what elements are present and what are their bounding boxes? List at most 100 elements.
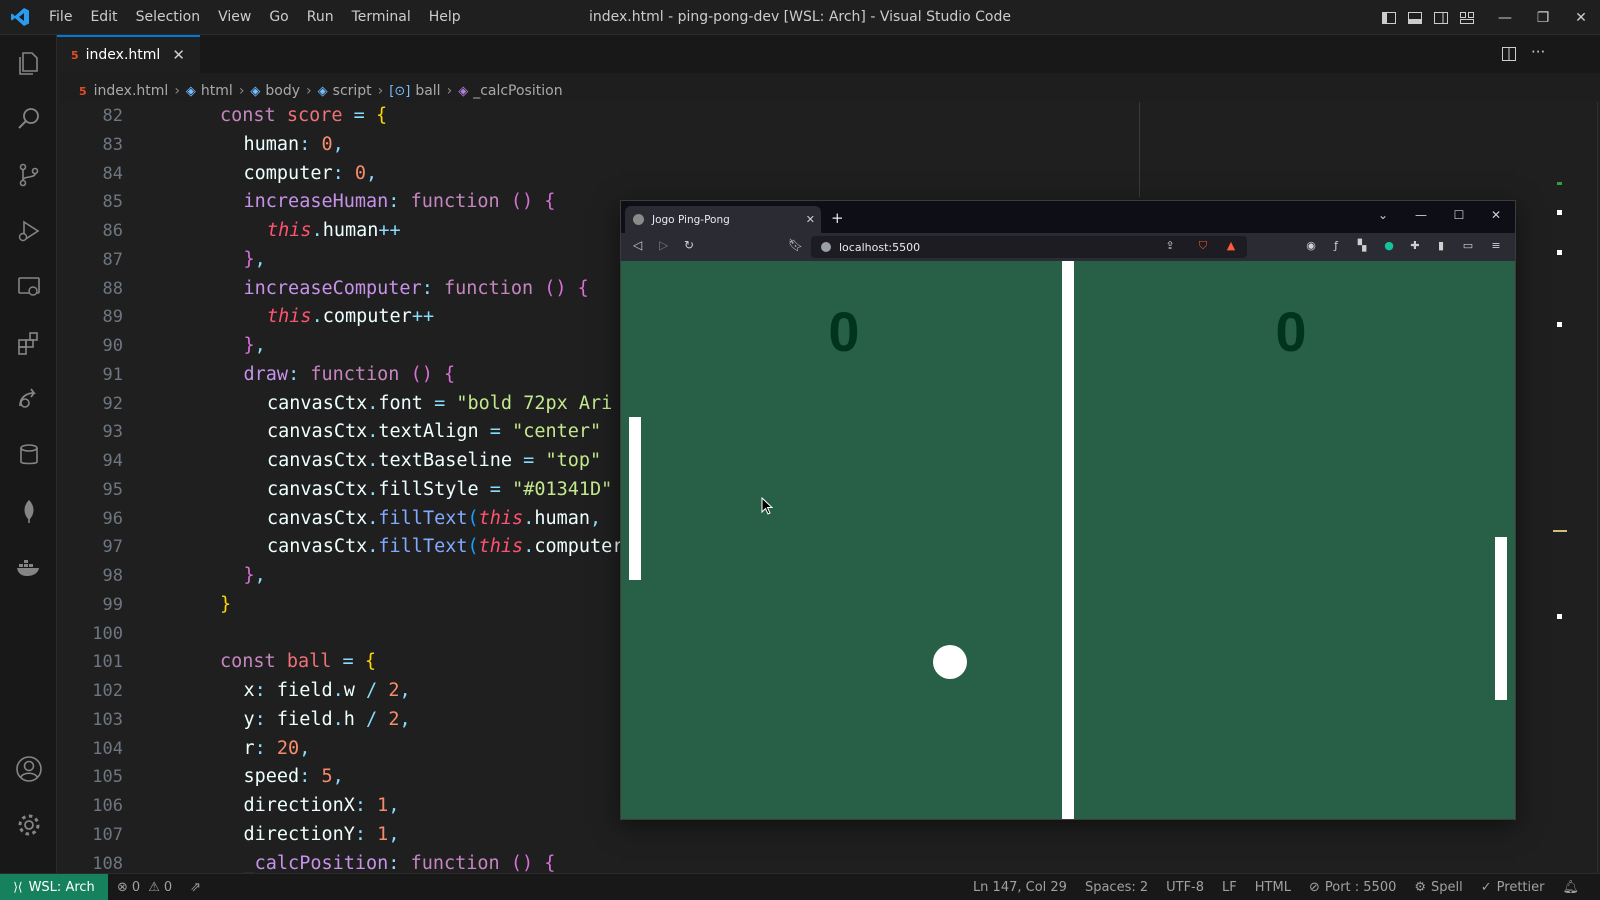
menu-icon[interactable]: ≡ <box>1489 239 1503 253</box>
toggle-panel-icon[interactable] <box>1402 0 1428 35</box>
code-line[interactable]: 95 canvasCtx.fillStyle = "#01341D" <box>57 476 623 505</box>
tab-index-html[interactable]: 5 index.html ✕ <box>57 35 200 73</box>
breadcrumb-html[interactable]: ◈ html <box>186 83 233 99</box>
notifications-bell-icon[interactable]: 🔔︎ <box>1553 880 1588 895</box>
extensions-puzzle-icon[interactable]: ✚ <box>1408 239 1422 253</box>
new-tab-icon[interactable]: + <box>831 209 844 227</box>
problems-indicator[interactable]: ⊗ 0 ⚠ 0 <box>108 880 181 895</box>
brave-rewards-icon[interactable]: ▲ <box>1224 239 1238 253</box>
end-of-line[interactable]: LF <box>1213 880 1246 895</box>
close-tab-icon[interactable]: ✕ <box>172 46 185 64</box>
code-line[interactable]: 92 canvasCtx.font = "bold 72px Ari <box>57 390 623 419</box>
database-icon[interactable] <box>0 429 57 481</box>
address-bar[interactable]: localhost:5500 <box>811 236 1247 258</box>
share-icon[interactable]: ⇪ <box>1163 239 1177 253</box>
code-line[interactable]: 86 this.human++ <box>57 217 623 246</box>
search-icon[interactable] <box>0 93 57 145</box>
code-line[interactable]: 101 const ball = { <box>57 648 623 677</box>
toggle-secondary-sidebar-icon[interactable] <box>1428 0 1454 35</box>
menu-edit[interactable]: Edit <box>81 0 126 35</box>
code-line[interactable]: 96 canvasCtx.fillText(this.human, <box>57 505 623 534</box>
remote-explorer-icon[interactable] <box>0 261 57 313</box>
brave-shields-icon[interactable]: ⛉ <box>1196 239 1210 253</box>
breadcrumb-script[interactable]: ◈ script <box>318 83 372 99</box>
encoding[interactable]: UTF-8 <box>1157 880 1213 895</box>
breadcrumb-body[interactable]: ◈ body <box>250 83 300 99</box>
code-line[interactable]: 85 increaseHuman: function () { <box>57 188 623 217</box>
menu-file[interactable]: File <box>40 0 81 35</box>
code-line[interactable]: 97 canvasCtx.fillText(this.computer <box>57 533 624 562</box>
code-line[interactable]: 98}, <box>57 562 623 591</box>
code-line[interactable]: 105 speed: 5, <box>57 763 623 792</box>
code-line[interactable]: 99} <box>57 591 623 620</box>
code-line[interactable]: 106 directionX: 1, <box>57 792 623 821</box>
bookmark-icon[interactable]: 🔖︎ <box>788 238 803 252</box>
settings-gear-icon[interactable] <box>0 799 57 851</box>
live-share-icon[interactable] <box>0 373 57 425</box>
close-window-icon[interactable]: ✕ <box>1478 203 1514 227</box>
remote-indicator[interactable]: ⟩⟨ WSL: Arch <box>0 873 108 900</box>
breadcrumb-ball[interactable]: [⊙] ball <box>389 83 440 99</box>
back-icon[interactable]: ◁ <box>633 238 642 252</box>
minimize-window-icon[interactable]: — <box>1403 203 1439 227</box>
code-line[interactable]: 87}, <box>57 246 623 275</box>
code-line[interactable]: 88 increaseComputer: function () { <box>57 275 623 304</box>
formula-extension-icon[interactable]: ƒ <box>1329 239 1343 253</box>
code-line[interactable]: 107 directionY: 1, <box>57 821 623 850</box>
run-debug-icon[interactable] <box>0 205 57 257</box>
explorer-icon[interactable] <box>0 37 57 89</box>
code-line[interactable]: 100 <box>57 620 623 649</box>
restore-window-icon[interactable]: ❐ <box>1524 0 1562 35</box>
live-share-status-icon[interactable]: ⇗ <box>181 880 210 895</box>
menu-help[interactable]: Help <box>420 0 470 35</box>
menu-view[interactable]: View <box>209 0 260 35</box>
forward-icon[interactable]: ▷ <box>659 238 668 252</box>
code-line[interactable]: 103 y: field.h / 2, <box>57 706 623 735</box>
code-line[interactable]: 93 canvasCtx.textAlign = "center" <box>57 418 623 447</box>
menu-selection[interactable]: Selection <box>127 0 210 35</box>
toggle-primary-sidebar-icon[interactable] <box>1376 0 1402 35</box>
breadcrumb-file[interactable]: 5 index.html <box>79 83 168 99</box>
code-line[interactable]: 84 computer: 0, <box>57 160 623 189</box>
accounts-icon[interactable] <box>0 743 57 795</box>
maximize-window-icon[interactable]: ☐ <box>1441 203 1477 227</box>
extensions-icon[interactable] <box>0 317 57 369</box>
site-info-icon[interactable] <box>821 242 831 252</box>
code-line[interactable]: 89 this.computer++ <box>57 303 623 332</box>
mongodb-leaf-icon[interactable] <box>0 485 57 537</box>
docker-icon[interactable] <box>0 541 57 593</box>
breadcrumb-calcposition[interactable]: ◈ _calcPosition <box>458 83 562 99</box>
close-tab-icon[interactable]: ✕ <box>806 213 815 226</box>
code-line[interactable]: 94 canvasCtx.textBaseline = "top" <box>57 447 623 476</box>
code-line[interactable]: 102 x: field.w / 2, <box>57 677 623 706</box>
code-line[interactable]: 82 const score = { <box>57 102 623 131</box>
spell-checker[interactable]: ⚙ Spell <box>1405 880 1471 895</box>
close-window-icon[interactable]: ✕ <box>1562 0 1600 35</box>
editor-scrollbar[interactable] <box>1597 102 1598 873</box>
cursor-position[interactable]: Ln 147, Col 29 <box>964 880 1076 895</box>
code-line[interactable]: 91 draw: function () { <box>57 361 623 390</box>
code-line[interactable]: 108 _calcPosition: function () { <box>57 850 623 874</box>
menu-go[interactable]: Go <box>260 0 297 35</box>
code-line[interactable]: 90}, <box>57 332 623 361</box>
grammarly-icon[interactable]: ● <box>1382 239 1396 253</box>
screenshot-extension-icon[interactable]: ◉ <box>1304 239 1318 253</box>
more-actions-icon[interactable]: ··· <box>1531 43 1545 61</box>
wallet-icon[interactable]: ▭ <box>1461 239 1475 253</box>
sidebar-icon[interactable]: ▮ <box>1434 239 1448 253</box>
split-editor-icon[interactable] <box>1501 46 1517 66</box>
source-control-icon[interactable] <box>0 149 57 201</box>
menu-terminal[interactable]: Terminal <box>343 0 420 35</box>
browser-tab[interactable]: Jogo Ping-Pong ✕ <box>625 206 821 233</box>
minimize-window-icon[interactable]: — <box>1486 0 1524 35</box>
game-canvas[interactable]: 0 0 <box>621 261 1515 819</box>
indentation[interactable]: Spaces: 2 <box>1076 880 1157 895</box>
extension-icon[interactable]: ▚ <box>1355 239 1369 253</box>
customize-layout-icon[interactable] <box>1454 0 1480 35</box>
tab-search-icon[interactable]: ⌄ <box>1365 203 1401 227</box>
code-line[interactable]: 104 r: 20, <box>57 735 623 764</box>
language-mode[interactable]: HTML <box>1246 880 1300 895</box>
reload-icon[interactable]: ↻ <box>684 238 694 252</box>
code-line[interactable]: 83 human: 0, <box>57 131 623 160</box>
live-server-port[interactable]: ⊘ Port : 5500 <box>1300 880 1405 895</box>
